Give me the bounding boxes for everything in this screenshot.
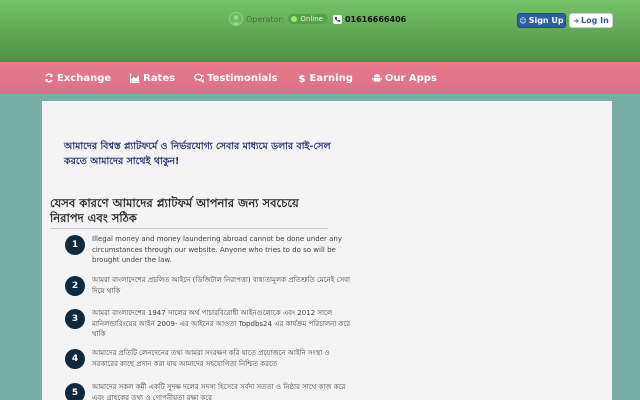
nav-item-earning[interactable]: $ Earning <box>297 73 353 84</box>
list-item: 4 আমাদের প্রতিটি লেনদেনের তথ্য আমরা সংরক… <box>65 349 355 369</box>
phone-icon <box>332 14 342 24</box>
sign-up-button[interactable]: ☺ Sign Up <box>517 13 566 28</box>
step-number-badge: 2 <box>65 276 85 296</box>
intro-tagline: আমাদের বিশ্বস্ত প্ল্যাটফর্মে ও নির্ভরযোগ… <box>64 141 331 167</box>
comments-icon <box>194 73 205 83</box>
step-number-badge: 5 <box>65 383 85 400</box>
rule-text: আমরা বাংলাদেশের প্রচলিত আইনে (ডিজিটাল নি… <box>92 276 351 295</box>
dollar-icon: $ <box>298 74 305 83</box>
step-number-badge: 1 <box>65 235 85 255</box>
step-number-badge: 4 <box>65 349 85 369</box>
online-dot-icon <box>291 16 298 22</box>
rule-text: Illegal money and money laundering abroa… <box>92 235 342 264</box>
sign-up-label: Sign Up <box>528 16 564 25</box>
online-status-text: Online <box>300 15 323 23</box>
log-in-button[interactable]: ➜ Log In <box>569 13 613 28</box>
svg-text:$: $ <box>298 74 305 83</box>
rule-text: আমাদের সকল কর্মী একটি সুদক্ষ দলের সদস্য … <box>92 383 346 400</box>
online-status-badge: Online <box>288 14 328 24</box>
sign-in-icon: ➜ <box>573 16 580 25</box>
nav-label: Our Apps <box>384 72 437 84</box>
list-item: 5 আমাদের সকল কর্মী একটি সুদক্ষ দলের সদস্… <box>65 383 355 400</box>
log-in-label: Log In <box>581 16 609 25</box>
chart-icon <box>130 73 140 83</box>
section-title: যেসব কারণে আমাদের প্ল্যাটফর্ম আপনার জন্য… <box>50 196 328 229</box>
user-icon: ☺ <box>519 16 527 25</box>
top-header: Operator: Online 01616666406 ☺ Sign Up ➜… <box>0 0 640 62</box>
list-item: 1 Illegal money and money laundering abr… <box>65 235 355 266</box>
main-content-card: আমাদের বিশ্বস্ত প্ল্যাটফর্মে ও নির্ভরযোগ… <box>42 101 612 400</box>
step-number-badge: 3 <box>65 309 85 329</box>
android-icon <box>372 74 382 82</box>
nav-label: Exchange <box>57 72 112 84</box>
nav-item-rates[interactable]: Rates <box>130 73 175 84</box>
list-item: 3 আমরা বাংলাদেশের 1947 সালের অর্থ পাচারব… <box>65 309 355 340</box>
nav-label: Testimonials <box>207 72 278 84</box>
rule-text: আমাদের প্রতিটি লেনদেনের তথ্য আমরা সংরক্ষ… <box>92 349 330 368</box>
operator-phone-number[interactable]: 01616666406 <box>345 15 406 24</box>
nav-item-exchange[interactable]: Exchange <box>44 73 111 84</box>
operator-status: Operator: Online 01616666406 <box>229 12 406 26</box>
nav-item-testimonials[interactable]: Testimonials <box>194 72 278 84</box>
main-nav: Exchange Rates Testimonials $ Earning Ou… <box>0 62 640 94</box>
operator-avatar-icon <box>229 12 243 26</box>
rule-text: আমরা বাংলাদেশের 1947 সালের অর্থ পাচারবির… <box>92 309 351 338</box>
sync-icon <box>45 73 53 83</box>
list-item: 2 আমরা বাংলাদেশের প্রচলিত আইনে (ডিজিটাল … <box>65 276 355 296</box>
operator-label: Operator: <box>246 14 285 24</box>
nav-item-our-apps[interactable]: Our Apps <box>372 73 437 84</box>
nav-label: Rates <box>143 72 176 84</box>
nav-label: Earning <box>309 72 353 84</box>
